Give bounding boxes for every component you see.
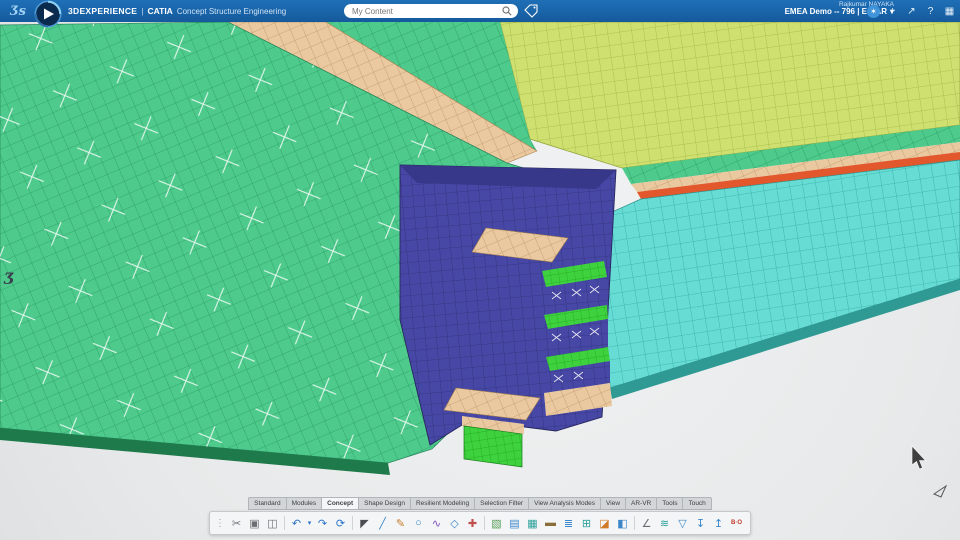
- import-tool-icon[interactable]: ↧: [692, 515, 709, 532]
- history-icon[interactable]: ⟳: [332, 515, 349, 532]
- grid-tool-icon[interactable]: ⊞: [578, 515, 595, 532]
- ribbon-tabs: Standard Modules Concept Shape Design Re…: [0, 497, 960, 510]
- search-input[interactable]: [350, 5, 502, 17]
- viewport-3d-canvas[interactable]: Ʒ: [0, 22, 960, 540]
- views-tool-icon[interactable]: ▽: [674, 515, 691, 532]
- select-icon[interactable]: ◤: [356, 515, 373, 532]
- bom-table-icon[interactable]: B·O: [728, 515, 745, 532]
- share-icon[interactable]: ↗: [905, 6, 918, 17]
- top-bar: Ʒs 3DEXPERIENCE | CATIA Concept Structur…: [0, 0, 960, 22]
- add-icon[interactable]: +: [886, 6, 899, 17]
- tab-shape-design[interactable]: Shape Design: [358, 497, 410, 510]
- paste-icon[interactable]: ◫: [264, 515, 281, 532]
- toolbar-separator: [634, 516, 635, 530]
- apps-grid-icon[interactable]: ▦: [943, 6, 956, 17]
- tab-concept[interactable]: Concept: [321, 497, 359, 510]
- measure-tool-icon[interactable]: ∠: [638, 515, 655, 532]
- action-toolbar: ⋮ ✂ ▣ ◫ ↶ ▾ ↷ ⟳ ◤ ╱ ✎ ○ ∿ ◇ ✚ ▧ ▤ ▦ ▬ ≣ …: [209, 511, 751, 535]
- stiffener-tool-icon[interactable]: ≣: [560, 515, 577, 532]
- search-icon[interactable]: [502, 6, 512, 16]
- help-icon[interactable]: ?: [924, 6, 937, 17]
- search-box[interactable]: [344, 4, 518, 18]
- split-tool-icon[interactable]: ◧: [614, 515, 631, 532]
- dassault-3ds-logo[interactable]: Ʒs: [4, 0, 32, 22]
- app-title: 3DEXPERIENCE | CATIA Concept Structure E…: [68, 0, 286, 22]
- cut-icon[interactable]: ✂: [228, 515, 245, 532]
- toolbar-drag-handle[interactable]: ⋮: [215, 518, 225, 529]
- title-divider: |: [141, 6, 144, 16]
- plane-tool-icon[interactable]: ◇: [446, 515, 463, 532]
- undo-icon[interactable]: ↶: [288, 515, 305, 532]
- brand-label: 3DEXPERIENCE: [68, 6, 138, 16]
- app-name: CATIA: [147, 6, 173, 16]
- mouse-cursor: [911, 445, 927, 470]
- toolbar-separator: [284, 516, 285, 530]
- tab-view-analysis-modes[interactable]: View Analysis Modes: [528, 497, 601, 510]
- panel-tool-icon[interactable]: ▤: [506, 515, 523, 532]
- copy-icon[interactable]: ▣: [246, 515, 263, 532]
- sketch-tool-icon[interactable]: ✎: [392, 515, 409, 532]
- undo-options-icon[interactable]: ▾: [306, 515, 313, 532]
- tag-icon[interactable]: [524, 4, 538, 18]
- app-subtitle: Concept Structure Engineering: [176, 6, 287, 16]
- analysis-tool-icon[interactable]: ≋: [656, 515, 673, 532]
- plate-tool-icon[interactable]: ▦: [524, 515, 541, 532]
- tab-modules[interactable]: Modules: [285, 497, 322, 510]
- 3ds-watermark-logo: Ʒ: [3, 269, 15, 288]
- export-tool-icon[interactable]: ↥: [710, 515, 727, 532]
- redo-icon[interactable]: ↷: [314, 515, 331, 532]
- line-tool-icon[interactable]: ╱: [374, 515, 391, 532]
- toolbar-separator: [352, 516, 353, 530]
- top-bar-icons: ✶ + ↗ ? ▦: [867, 0, 956, 22]
- extrude-tool-icon[interactable]: ▧: [488, 515, 505, 532]
- 3dexperience-compass-icon[interactable]: [34, 0, 62, 28]
- notifications-badge-icon[interactable]: ✶: [867, 4, 880, 18]
- tab-resilient-modeling[interactable]: Resilient Modeling: [409, 497, 475, 510]
- section-tool-icon[interactable]: ◪: [596, 515, 613, 532]
- axis-tool-icon[interactable]: ✚: [464, 515, 481, 532]
- tab-selection-filter[interactable]: Selection Filter: [474, 497, 529, 510]
- spline-tool-icon[interactable]: ∿: [428, 515, 445, 532]
- beam-tool-icon[interactable]: ▬: [542, 515, 559, 532]
- tab-ar-vr[interactable]: AR-VR: [625, 497, 657, 510]
- tab-tools[interactable]: Tools: [656, 497, 683, 510]
- circle-tool-icon[interactable]: ○: [410, 515, 427, 532]
- tab-view[interactable]: View: [600, 497, 626, 510]
- toolbar-separator: [484, 516, 485, 530]
- secondary-cursor: [932, 484, 948, 498]
- tab-touch[interactable]: Touch: [682, 497, 712, 510]
- tab-standard[interactable]: Standard: [248, 497, 286, 510]
